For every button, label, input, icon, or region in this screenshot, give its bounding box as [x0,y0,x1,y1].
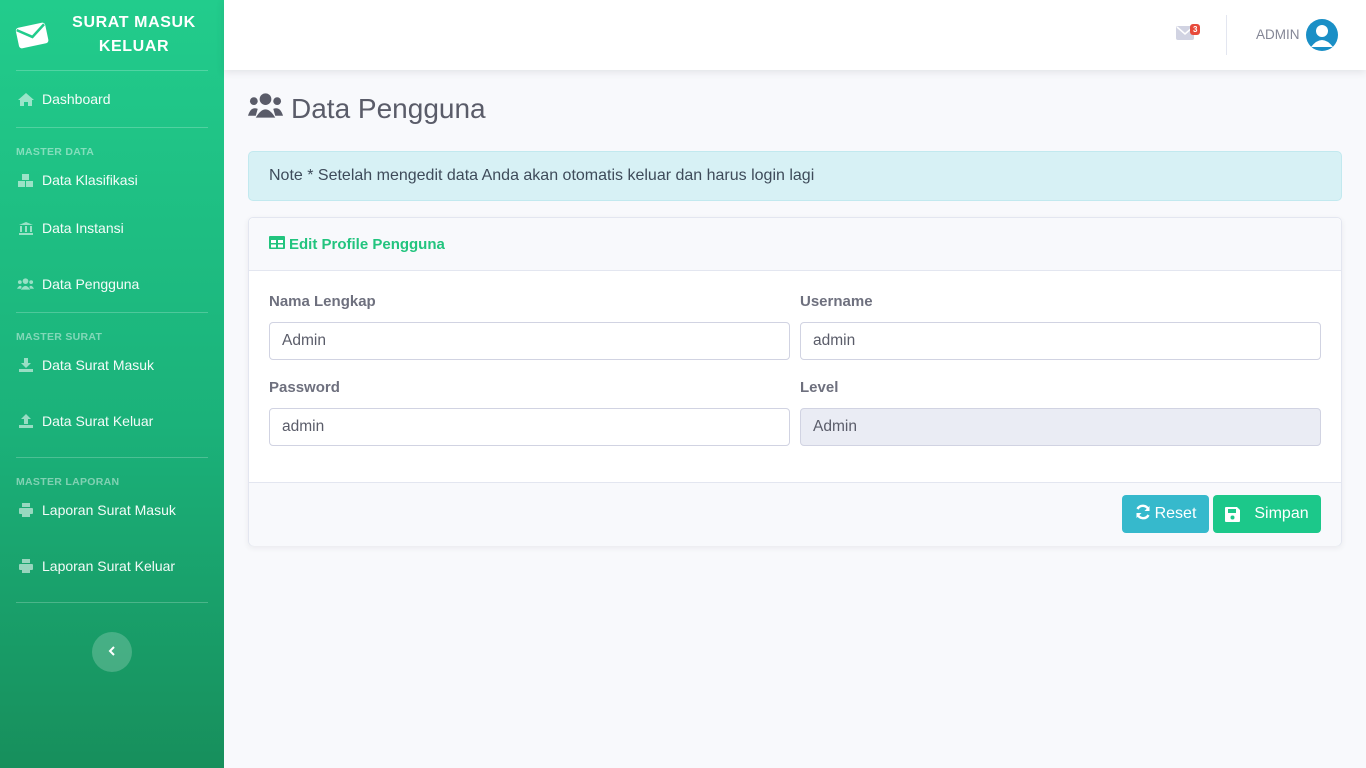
nama-lengkap-label: Nama Lengkap [269,293,376,310]
password-input[interactable] [269,408,790,446]
topbar-divider [1226,15,1227,55]
chevron-left-icon [108,643,116,661]
username-input[interactable] [800,322,1321,360]
section-heading-master-laporan: MASTER LAPORAN [16,476,120,488]
card-header: Edit Profile Pengguna [249,218,1341,271]
table-icon [269,235,289,253]
page-title-text: Data Pengguna [291,92,486,124]
users-icon [17,277,34,291]
reset-button-label: Reset [1154,505,1197,522]
sidebar-item-label: Data Pengguna [42,276,140,292]
sidebar-item-surat-keluar[interactable]: Data Surat Keluar [0,385,224,457]
save-button[interactable]: Simpan [1213,495,1321,533]
sidebar-item-surat-masuk[interactable]: Data Surat Masuk [0,345,224,385]
card-header-title: Edit Profile Pengguna [289,235,445,253]
user-name[interactable]: ADMIN [1256,27,1300,42]
section-heading-master-data: MASTER DATA [16,146,95,158]
sidebar-item-label: Data Surat Masuk [42,357,155,373]
sidebar: SURAT MASUK KELUAR Dashboard MASTER DATA… [0,0,224,768]
sidebar-item-klasifikasi[interactable]: Data Klasifikasi [0,160,224,200]
save-icon [1225,506,1244,522]
sidebar-item-label: Dashboard [42,91,111,107]
sidebar-item-label: Laporan Surat Masuk [42,502,176,518]
sidebar-item-label: Laporan Surat Keluar [42,558,176,574]
brand-title: SURAT MASUK KELUAR [72,14,196,55]
nama-lengkap-input[interactable] [269,322,790,360]
reset-button[interactable]: Reset [1122,495,1209,533]
level-input [800,408,1321,446]
password-label: Password [269,379,340,396]
section-heading-master-surat: MASTER SURAT [16,331,103,343]
sidebar-item-label: Data Instansi [42,220,124,236]
sidebar-toggle-button[interactable] [92,632,132,672]
sidebar-item-instansi[interactable]: Data Instansi [0,200,224,256]
username-label: Username [800,293,873,310]
info-alert: Note * Setelah mengedit data Anda akan o… [248,151,1342,201]
save-button-label: Simpan [1254,505,1309,522]
users-icon [248,92,291,125]
level-label: Level [800,379,839,396]
print-icon [17,503,34,517]
sidebar-brand[interactable]: SURAT MASUK KELUAR [0,0,224,70]
sidebar-item-dashboard[interactable]: Dashboard [0,71,224,127]
sidebar-item-laporan-masuk[interactable]: Laporan Surat Masuk [0,490,224,530]
topbar: 3 ADMIN [224,0,1366,70]
card-footer: Reset Simpan [249,482,1341,546]
edit-profile-card: Edit Profile Pengguna Nama Lengkap Usern… [248,217,1342,546]
page-title: Data Pengguna [248,92,486,125]
cubes-icon [17,173,34,187]
sidebar-item-label: Data Surat Keluar [42,413,154,429]
user-avatar-icon[interactable] [1306,19,1338,51]
sidebar-item-laporan-keluar[interactable]: Laporan Surat Keluar [0,530,224,602]
divider [16,602,208,603]
sidebar-item-label: Data Klasifikasi [42,172,138,188]
envelope-icon [14,20,50,50]
messages-count-badge: 3 [1190,24,1201,35]
home-icon [17,92,34,106]
sidebar-item-pengguna[interactable]: Data Pengguna [0,256,224,312]
download-icon [17,358,34,372]
university-icon [17,221,34,235]
upload-icon [17,414,34,428]
print-icon [17,559,34,573]
sync-icon [1135,504,1155,525]
